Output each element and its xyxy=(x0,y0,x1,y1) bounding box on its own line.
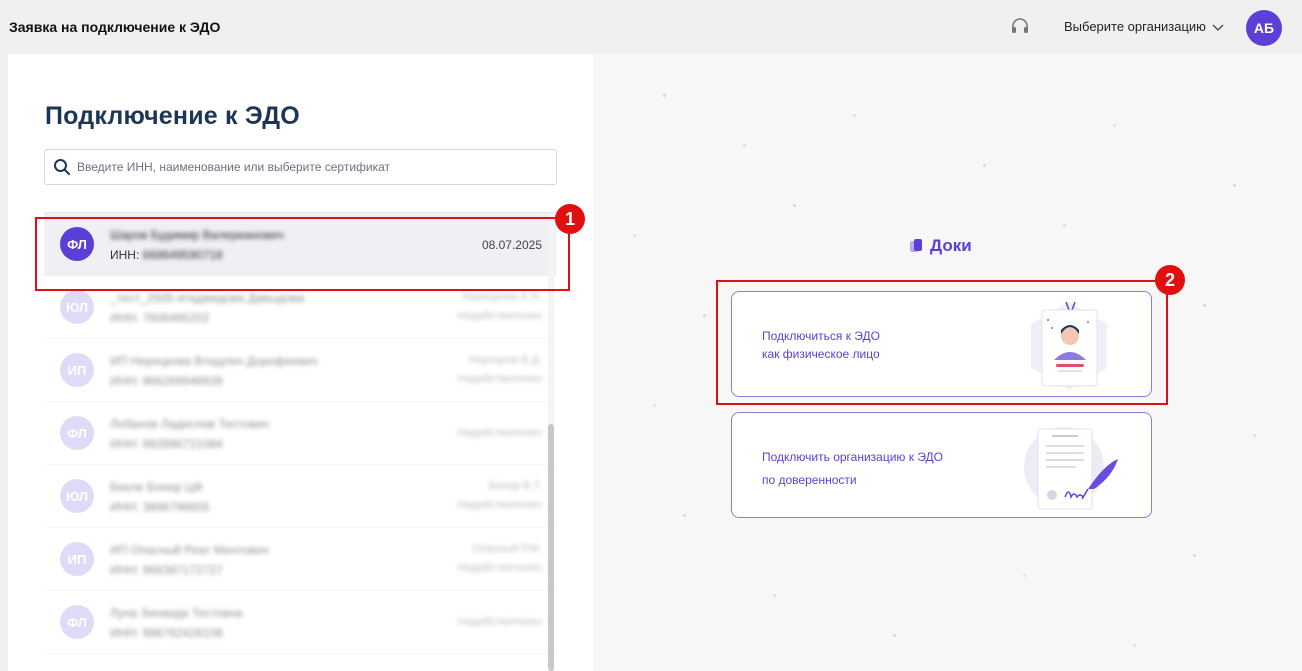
holder-name: Нерецков В.Д. xyxy=(468,354,542,366)
type-badge: ФЛ xyxy=(60,605,94,639)
doki-logo-icon xyxy=(910,239,922,252)
search-input[interactable] xyxy=(77,160,556,174)
owner-name: Бекле Бонер ЦФ xyxy=(110,480,203,494)
power-of-attorney-illustration xyxy=(1024,427,1118,510)
top-bar: Заявка на подключение к ЭДО Выберите орг… xyxy=(0,0,1302,54)
user-avatar[interactable]: АБ xyxy=(1246,10,1282,46)
certificate-row[interactable]: ИП ИП Нерецкова Владлен Дорофеевич ИНН: … xyxy=(44,339,556,402)
annotation-number-2: 2 xyxy=(1155,265,1185,295)
doki-brand: Доки xyxy=(908,236,972,256)
page-title: Подключение к ЭДО xyxy=(45,102,300,130)
certificate-status: Недействителен xyxy=(457,427,542,439)
annotation-box-2 xyxy=(716,280,1168,405)
type-badge: ИП xyxy=(60,353,94,387)
certificate-row[interactable]: ФЛ Лобанов Ладислав Тестович ИНН: 992896… xyxy=(44,402,556,465)
owner-name: _тест_2505-ятаджидова Давыдова xyxy=(110,291,305,305)
certificate-status: Недействителен xyxy=(457,616,542,628)
app-title: Заявка на подключение к ЭДО xyxy=(9,19,221,35)
chevron-down-icon xyxy=(1212,24,1224,31)
inn-line: ИНН: 996762428108 xyxy=(110,626,223,640)
owner-name: Лобанов Ладислав Тестович xyxy=(110,417,270,431)
holder-name: Нерецкова А.Н. xyxy=(462,291,542,303)
certificate-row[interactable]: ФЛ Луна Зинаида Тестовна ИНН: 9967624281… xyxy=(44,591,556,654)
inn-line: ИНН: 966269948839 xyxy=(110,374,223,388)
card-label-line1: Подключить организацию к ЭДО xyxy=(762,450,944,464)
headset-icon[interactable] xyxy=(1010,17,1030,37)
card-label-line2: по доверенности xyxy=(762,473,857,487)
certificate-status: Недействителен xyxy=(457,373,542,385)
type-badge: ЮЛ xyxy=(60,290,94,324)
certificate-row[interactable]: ИП ИП Опасный Реат Ментович ИНН: 9663871… xyxy=(44,528,556,591)
owner-name: ИП Нерецкова Владлен Дорофеевич xyxy=(110,354,318,368)
certificate-status: Недействителен xyxy=(457,499,542,511)
search-field[interactable] xyxy=(44,149,557,185)
certificate-row[interactable]: ЮЛ Бекле Бонер ЦФ ИНН: 3896796655 Бонер … xyxy=(44,465,556,528)
holder-name: Бонер В.Т. xyxy=(488,480,542,492)
owner-name: Луна Зинаида Тестовна xyxy=(110,606,243,620)
organization-select[interactable]: Выберите организацию xyxy=(1064,19,1224,34)
organization-select-label: Выберите организацию xyxy=(1064,19,1206,34)
owner-name: ИП Опасный Реат Ментович xyxy=(110,543,269,557)
holder-name: Опасный Р.М. xyxy=(472,543,542,555)
card-label: Подключить организацию к ЭДО по доверенн… xyxy=(762,446,943,492)
type-badge: ФЛ xyxy=(60,416,94,450)
brand-name: Доки xyxy=(930,236,972,255)
search-icon xyxy=(54,159,70,175)
annotation-number-1: 1 xyxy=(555,204,585,234)
left-panel: Подключение к ЭДО ФЛ Шаров Будимир Валер… xyxy=(8,54,593,671)
certificate-status: Недействителен xyxy=(457,310,542,322)
list-scrollbar-thumb[interactable] xyxy=(548,424,554,671)
certificate-status: Недействителен xyxy=(457,562,542,574)
inn-line: ИНН: 7606495202 xyxy=(110,311,210,325)
annotation-box-1 xyxy=(35,217,570,291)
connect-organization-card[interactable]: Подключить организацию к ЭДО по доверенн… xyxy=(731,412,1152,518)
inn-line: ИНН: 966387172727 xyxy=(110,563,223,577)
type-badge: ИП xyxy=(60,542,94,576)
inn-line: ИНН: 992896721084 xyxy=(110,437,223,451)
type-badge: ЮЛ xyxy=(60,479,94,513)
inn-line: ИНН: 3896796655 xyxy=(110,500,210,514)
